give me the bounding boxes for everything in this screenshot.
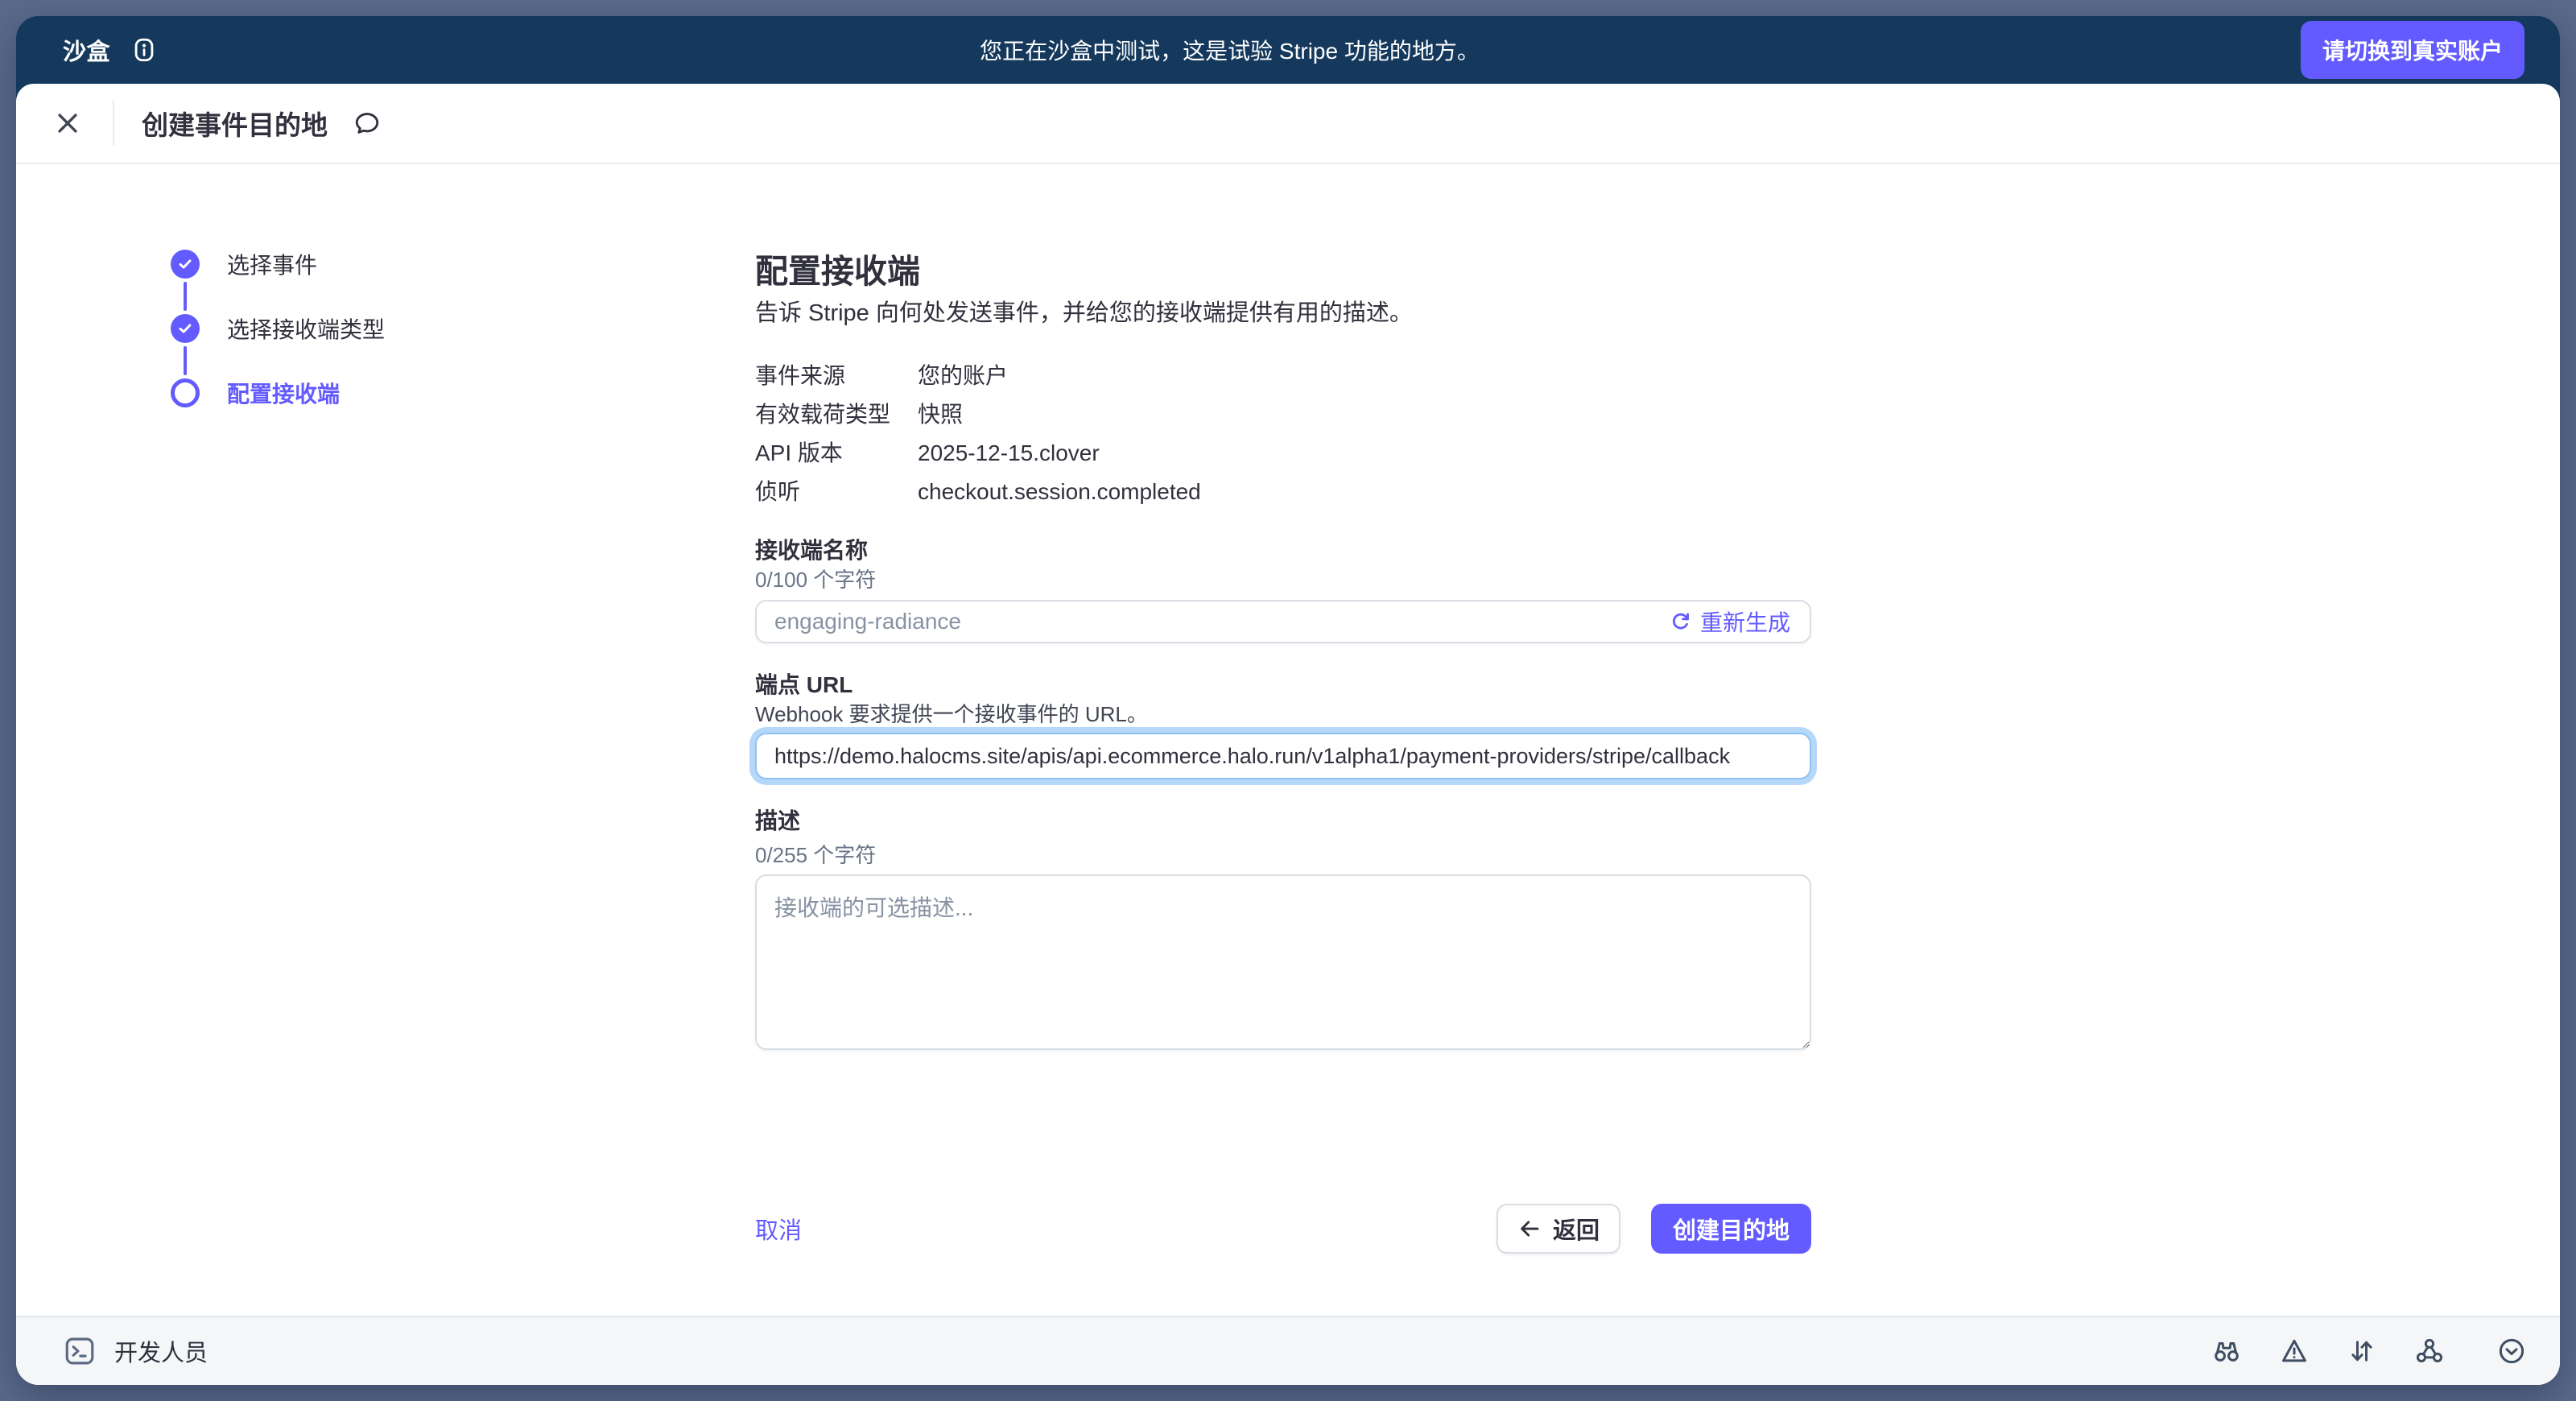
description-label: 描述 bbox=[755, 807, 1811, 836]
endpoint-url-input[interactable] bbox=[755, 733, 1811, 779]
dialog-body: 选择事件 选择接收端类型 配置接收端 配置接收端 告诉 Strip bbox=[16, 164, 2560, 1316]
stepper: 选择事件 选择接收端类型 配置接收端 bbox=[171, 250, 385, 407]
api-traffic-icon[interactable] bbox=[2346, 1335, 2378, 1367]
endpoint-url-helper: Webhook 要求提供一个接收事件的 URL。 bbox=[755, 700, 1811, 729]
step-current-icon bbox=[171, 378, 200, 407]
sandbox-message: 您正在沙盒中测试，这是试验 Stripe 功能的地方。 bbox=[159, 34, 2301, 66]
developer-bar: 开发人员 bbox=[16, 1316, 2560, 1385]
destination-name-input[interactable] bbox=[774, 609, 1657, 634]
sandbox-window: 沙盒 您正在沙盒中测试，这是试验 Stripe 功能的地方。 请切换到真实账户 … bbox=[16, 16, 2560, 1385]
back-button[interactable]: 返回 bbox=[1496, 1204, 1620, 1254]
step-complete-icon bbox=[171, 250, 200, 279]
summary-label: 事件来源 bbox=[755, 362, 918, 390]
terminal-icon bbox=[63, 1334, 97, 1368]
switch-to-live-button[interactable]: 请切换到真实账户 bbox=[2301, 21, 2524, 79]
webhook-icon[interactable] bbox=[2413, 1335, 2446, 1367]
step-connector bbox=[184, 282, 187, 311]
regenerate-button[interactable]: 重新生成 bbox=[1657, 605, 1802, 638]
endpoint-url-label: 端点 URL bbox=[755, 671, 1811, 700]
dialog-header: 创建事件目的地 bbox=[16, 84, 2560, 164]
form-actions: 取消 返回 创建目的地 bbox=[755, 1204, 1811, 1254]
summary-value: checkout.session.completed bbox=[918, 478, 1811, 506]
description-counter: 0/255 个字符 bbox=[755, 841, 1811, 870]
refresh-icon bbox=[1669, 610, 1692, 634]
header-divider bbox=[113, 101, 114, 146]
info-icon[interactable] bbox=[130, 35, 159, 64]
summary-list: 事件来源 您的账户 有效载荷类型 快照 API 版本 2025-12-15.cl… bbox=[755, 362, 1811, 506]
arrow-left-icon bbox=[1517, 1217, 1542, 1241]
destination-name-counter: 0/100 个字符 bbox=[755, 565, 1811, 594]
summary-label: 侦听 bbox=[755, 478, 918, 506]
sandbox-label: 沙盒 bbox=[63, 33, 110, 67]
description-textarea[interactable] bbox=[755, 874, 1811, 1050]
warning-icon[interactable] bbox=[2278, 1335, 2310, 1367]
step-complete-icon bbox=[171, 314, 200, 343]
step-label: 选择事件 bbox=[227, 248, 317, 280]
page-title: 创建事件目的地 bbox=[142, 104, 328, 143]
step-select-destination-type: 选择接收端类型 bbox=[171, 314, 385, 343]
configure-destination-form: 配置接收端 告诉 Stripe 向何处发送事件，并给您的接收端提供有用的描述。 … bbox=[755, 251, 1811, 1254]
step-label: 配置接收端 bbox=[227, 377, 340, 409]
developer-tools bbox=[2211, 1335, 2528, 1367]
create-destination-button[interactable]: 创建目的地 bbox=[1651, 1204, 1811, 1254]
developer-toggle[interactable]: 开发人员 bbox=[63, 1334, 208, 1368]
summary-value: 您的账户 bbox=[918, 362, 1811, 390]
destination-name-shell: 重新生成 bbox=[755, 600, 1811, 643]
summary-value: 2025-12-15.clover bbox=[918, 440, 1811, 467]
dialog-panel: 创建事件目的地 选择事件 bbox=[16, 84, 2560, 1385]
collapse-chevron-icon[interactable] bbox=[2496, 1335, 2528, 1367]
step-configure-destination: 配置接收端 bbox=[171, 378, 385, 407]
destination-name-label: 接收端名称 bbox=[755, 536, 1811, 565]
section-title: 配置接收端 bbox=[755, 251, 1811, 291]
summary-label: API 版本 bbox=[755, 440, 918, 467]
step-connector bbox=[184, 346, 187, 375]
step-select-events: 选择事件 bbox=[171, 250, 385, 279]
step-label: 选择接收端类型 bbox=[227, 312, 385, 345]
section-subtitle: 告诉 Stripe 向何处发送事件，并给您的接收端提供有用的描述。 bbox=[755, 297, 1811, 329]
sandbox-banner: 沙盒 您正在沙盒中测试，这是试验 Stripe 功能的地方。 请切换到真实账户 bbox=[16, 16, 2560, 84]
close-icon[interactable] bbox=[50, 105, 85, 141]
developer-label: 开发人员 bbox=[114, 1334, 208, 1368]
binoculars-icon[interactable] bbox=[2211, 1335, 2243, 1367]
cancel-button[interactable]: 取消 bbox=[755, 1212, 802, 1246]
summary-label: 有效载荷类型 bbox=[755, 401, 918, 428]
summary-value: 快照 bbox=[918, 401, 1811, 428]
feedback-chat-icon[interactable] bbox=[350, 106, 384, 140]
